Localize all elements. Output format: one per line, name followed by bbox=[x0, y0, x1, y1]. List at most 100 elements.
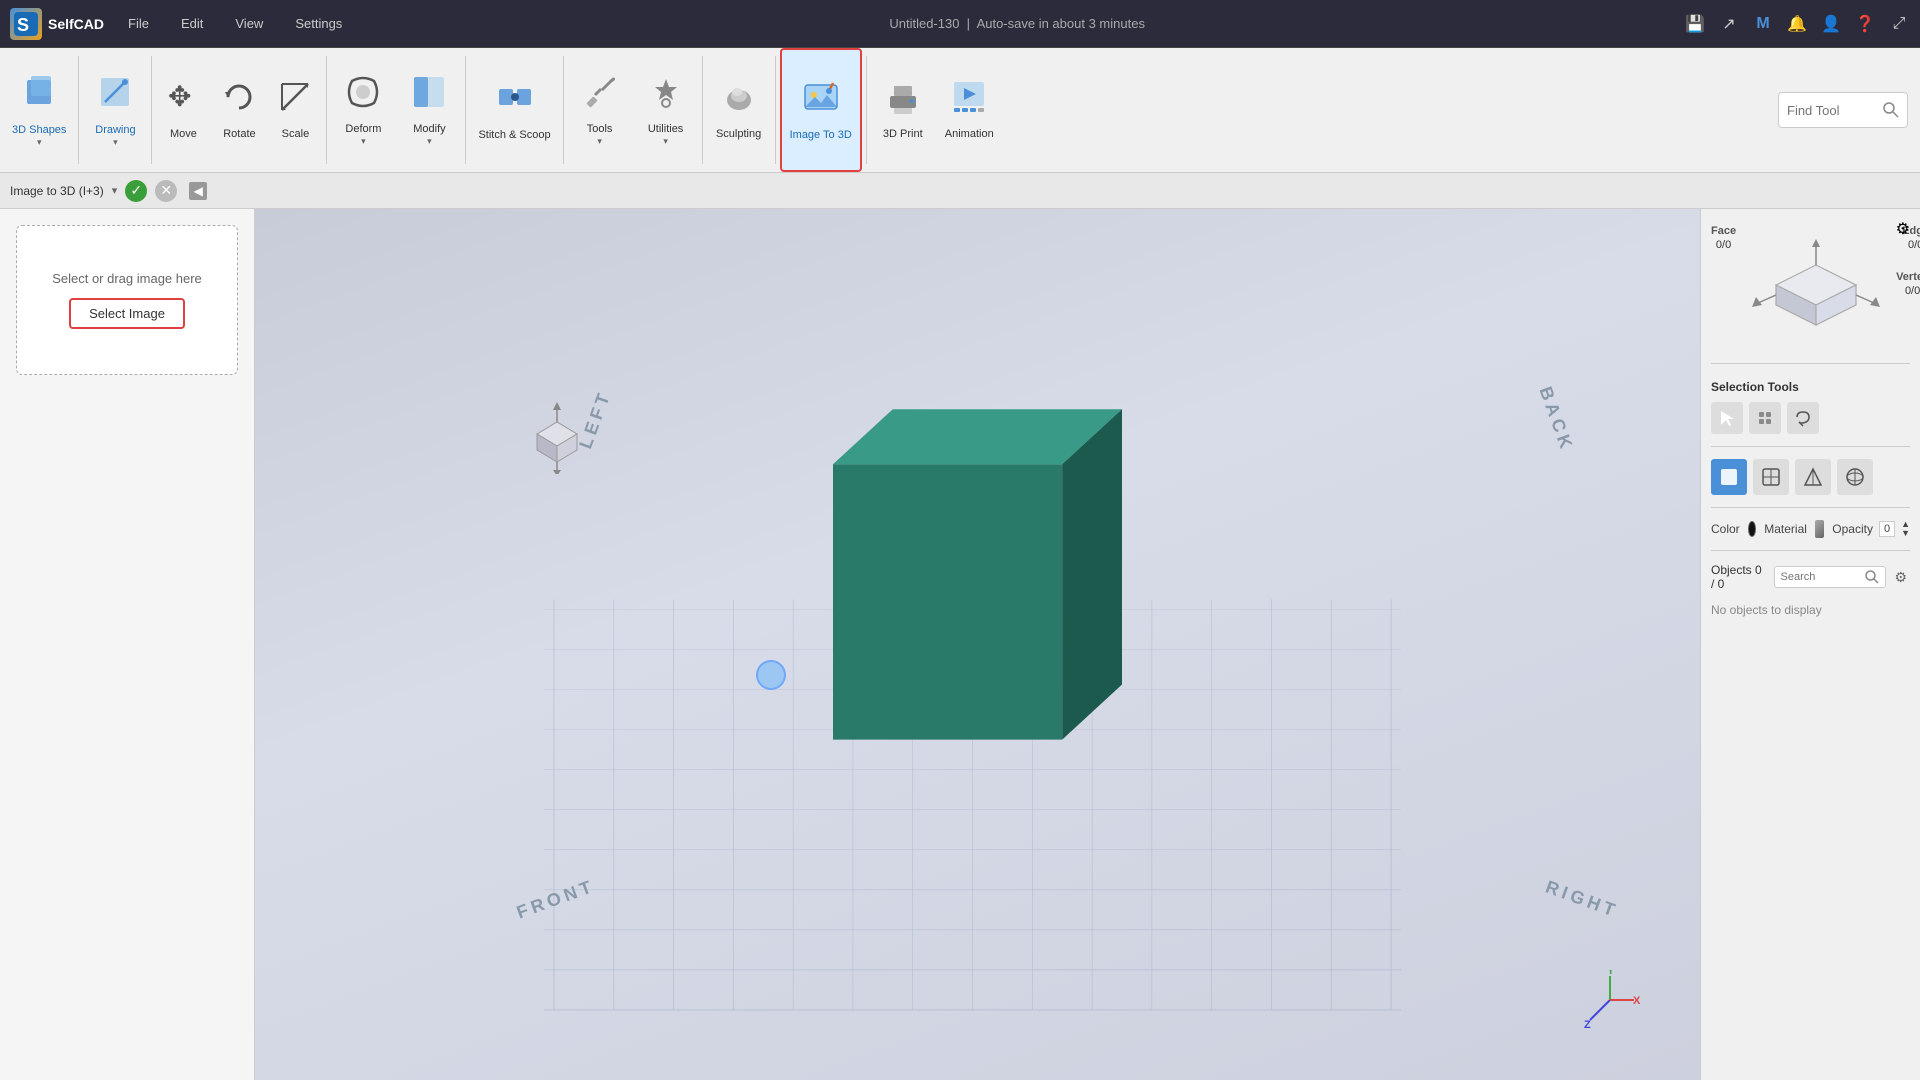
tool-stitch-scoop[interactable]: Stitch & Scoop bbox=[470, 48, 558, 172]
tool-3d-shapes[interactable]: 3D Shapes ▾ bbox=[4, 48, 74, 172]
toolbar: 3D Shapes ▾ Drawing ▾ ✥ Move Rotate Scal… bbox=[0, 48, 1920, 173]
tools-icon bbox=[581, 73, 619, 119]
tool-drawing[interactable]: Drawing ▾ bbox=[83, 48, 147, 172]
tool-animation[interactable]: Animation bbox=[937, 48, 1002, 172]
objects-header: Objects 0 / 0 ⚙ bbox=[1711, 563, 1910, 591]
tool-image-to-3d[interactable]: Image To 3D bbox=[780, 48, 862, 172]
tool-sculpting[interactable]: Sculpting bbox=[707, 48, 771, 172]
tool-sculpting-label: Sculpting bbox=[716, 128, 761, 141]
divider-1 bbox=[78, 56, 79, 164]
cancel-button[interactable]: ✕ bbox=[155, 180, 177, 202]
left-panel: Select or drag image here Select Image bbox=[0, 209, 255, 1080]
fev-section: Face 0/0 bbox=[1711, 219, 1910, 351]
fev-row: Face 0/0 bbox=[1711, 219, 1910, 351]
m-icon[interactable]: M bbox=[1752, 13, 1774, 35]
settings-cog[interactable]: ⚙ bbox=[1896, 219, 1910, 239]
shape-tools-row bbox=[1711, 459, 1910, 495]
menu-edit[interactable]: Edit bbox=[173, 12, 211, 35]
svg-text:✥: ✥ bbox=[168, 81, 191, 112]
select-box-tool[interactable] bbox=[1749, 402, 1781, 434]
scale-icon bbox=[276, 78, 314, 124]
subtoolbar: Image to 3D (I+3) ▾ ✓ ✕ ◀ bbox=[0, 173, 1920, 209]
opacity-value: 0 bbox=[1879, 521, 1895, 537]
opacity-row: Opacity 0 ▲ ▼ bbox=[1832, 520, 1910, 538]
confirm-button[interactable]: ✓ bbox=[125, 180, 147, 202]
material-label: Material bbox=[1764, 522, 1807, 536]
find-tool-input[interactable] bbox=[1787, 103, 1877, 118]
cube-navigator[interactable] bbox=[1736, 225, 1896, 345]
collapse-panel-button[interactable]: ◀ bbox=[189, 182, 207, 200]
tool-tools-label: Tools bbox=[587, 123, 613, 136]
objects-search-box[interactable] bbox=[1774, 566, 1886, 588]
shape-solid-btn[interactable] bbox=[1711, 459, 1747, 495]
divider-8 bbox=[866, 56, 867, 164]
selection-tools-row bbox=[1711, 402, 1910, 434]
tool-3d-print[interactable]: 3D Print bbox=[871, 48, 935, 172]
image-drop-area[interactable]: Select or drag image here Select Image bbox=[16, 225, 238, 375]
menu-settings[interactable]: Settings bbox=[287, 12, 350, 35]
vertex-label: Vertex bbox=[1896, 271, 1920, 283]
tool-scale[interactable]: Scale bbox=[268, 48, 322, 172]
shape-sphere-btn[interactable] bbox=[1837, 459, 1873, 495]
tool-utilities[interactable]: Utilities ▾ bbox=[634, 48, 698, 172]
select-image-button[interactable]: Select Image bbox=[69, 298, 185, 329]
menu-view[interactable]: View bbox=[227, 12, 271, 35]
save-icon[interactable]: 💾 bbox=[1684, 13, 1706, 35]
move-icon: ✥ bbox=[164, 78, 202, 124]
tool-move[interactable]: ✥ Move bbox=[156, 48, 210, 172]
color-material-row: Color Material Opacity 0 ▲ ▼ bbox=[1711, 520, 1910, 538]
opacity-stepper[interactable]: ▲ ▼ bbox=[1901, 520, 1910, 538]
divider-rp4 bbox=[1711, 550, 1910, 551]
3d-shapes-icon bbox=[19, 72, 59, 120]
tool-utilities-label: Utilities bbox=[648, 123, 683, 136]
tool-3d-print-label: 3D Print bbox=[883, 128, 923, 141]
divider-5 bbox=[563, 56, 564, 164]
notifications-icon[interactable]: 🔔 bbox=[1786, 13, 1808, 35]
material-swatch[interactable] bbox=[1815, 520, 1824, 538]
svg-text:Z: Z bbox=[1584, 1019, 1591, 1030]
tool-tools[interactable]: Tools ▾ bbox=[568, 48, 632, 172]
help-icon[interactable]: ❓ bbox=[1854, 13, 1876, 35]
tool-rotate[interactable]: Rotate bbox=[212, 48, 266, 172]
shape-wireframe-btn[interactable] bbox=[1795, 459, 1831, 495]
subtoolbar-title: Image to 3D (I+3) bbox=[10, 184, 104, 198]
3d-shapes-arrow: ▾ bbox=[37, 137, 42, 148]
viewport[interactable]: FRONT RIGHT LEFT BACK Z Y X bbox=[255, 209, 1700, 1080]
animation-icon bbox=[950, 78, 988, 124]
divider-rp2 bbox=[1711, 446, 1910, 447]
rotate-icon bbox=[220, 78, 258, 124]
drag-text: Select or drag image here bbox=[52, 271, 202, 286]
divider-4 bbox=[465, 56, 466, 164]
tool-deform-label: Deform bbox=[345, 123, 381, 136]
3d-object-front bbox=[833, 464, 1062, 739]
find-tool-search-icon bbox=[1883, 102, 1899, 118]
vertex-value: 0/0 bbox=[1905, 285, 1920, 297]
drawing-arrow: ▾ bbox=[113, 137, 118, 148]
svg-text:X: X bbox=[1633, 995, 1640, 1007]
tool-deform[interactable]: Deform ▾ bbox=[331, 48, 395, 172]
expand-icon[interactable]: ⤢ bbox=[1888, 13, 1910, 35]
objects-search-input[interactable] bbox=[1781, 571, 1861, 583]
find-tool-box[interactable] bbox=[1778, 92, 1908, 128]
divider-rp1 bbox=[1711, 363, 1910, 364]
stitch-scoop-icon bbox=[495, 77, 535, 125]
select-arrow-tool[interactable] bbox=[1711, 402, 1743, 434]
subtoolbar-arrow[interactable]: ▾ bbox=[112, 184, 118, 197]
shape-grid-btn[interactable] bbox=[1753, 459, 1789, 495]
3d-object-right bbox=[1062, 409, 1122, 739]
color-swatch[interactable] bbox=[1748, 521, 1757, 537]
drawing-icon bbox=[95, 72, 135, 120]
profile-icon[interactable]: 👤 bbox=[1820, 13, 1842, 35]
color-label: Color bbox=[1711, 522, 1740, 536]
logo: S SelfCAD bbox=[10, 8, 104, 40]
objects-settings-icon[interactable]: ⚙ bbox=[1892, 566, 1910, 588]
divider-6 bbox=[702, 56, 703, 164]
axis-indicator: Z Y X bbox=[1580, 970, 1640, 1030]
cursor-indicator bbox=[756, 660, 786, 690]
tool-modify[interactable]: Modify ▾ bbox=[397, 48, 461, 172]
right-panel: Face 0/0 bbox=[1700, 209, 1920, 1080]
menu-file[interactable]: File bbox=[120, 12, 157, 35]
deform-icon bbox=[344, 73, 382, 119]
select-lasso-tool[interactable] bbox=[1787, 402, 1819, 434]
share-icon[interactable]: ↗ bbox=[1718, 13, 1740, 35]
